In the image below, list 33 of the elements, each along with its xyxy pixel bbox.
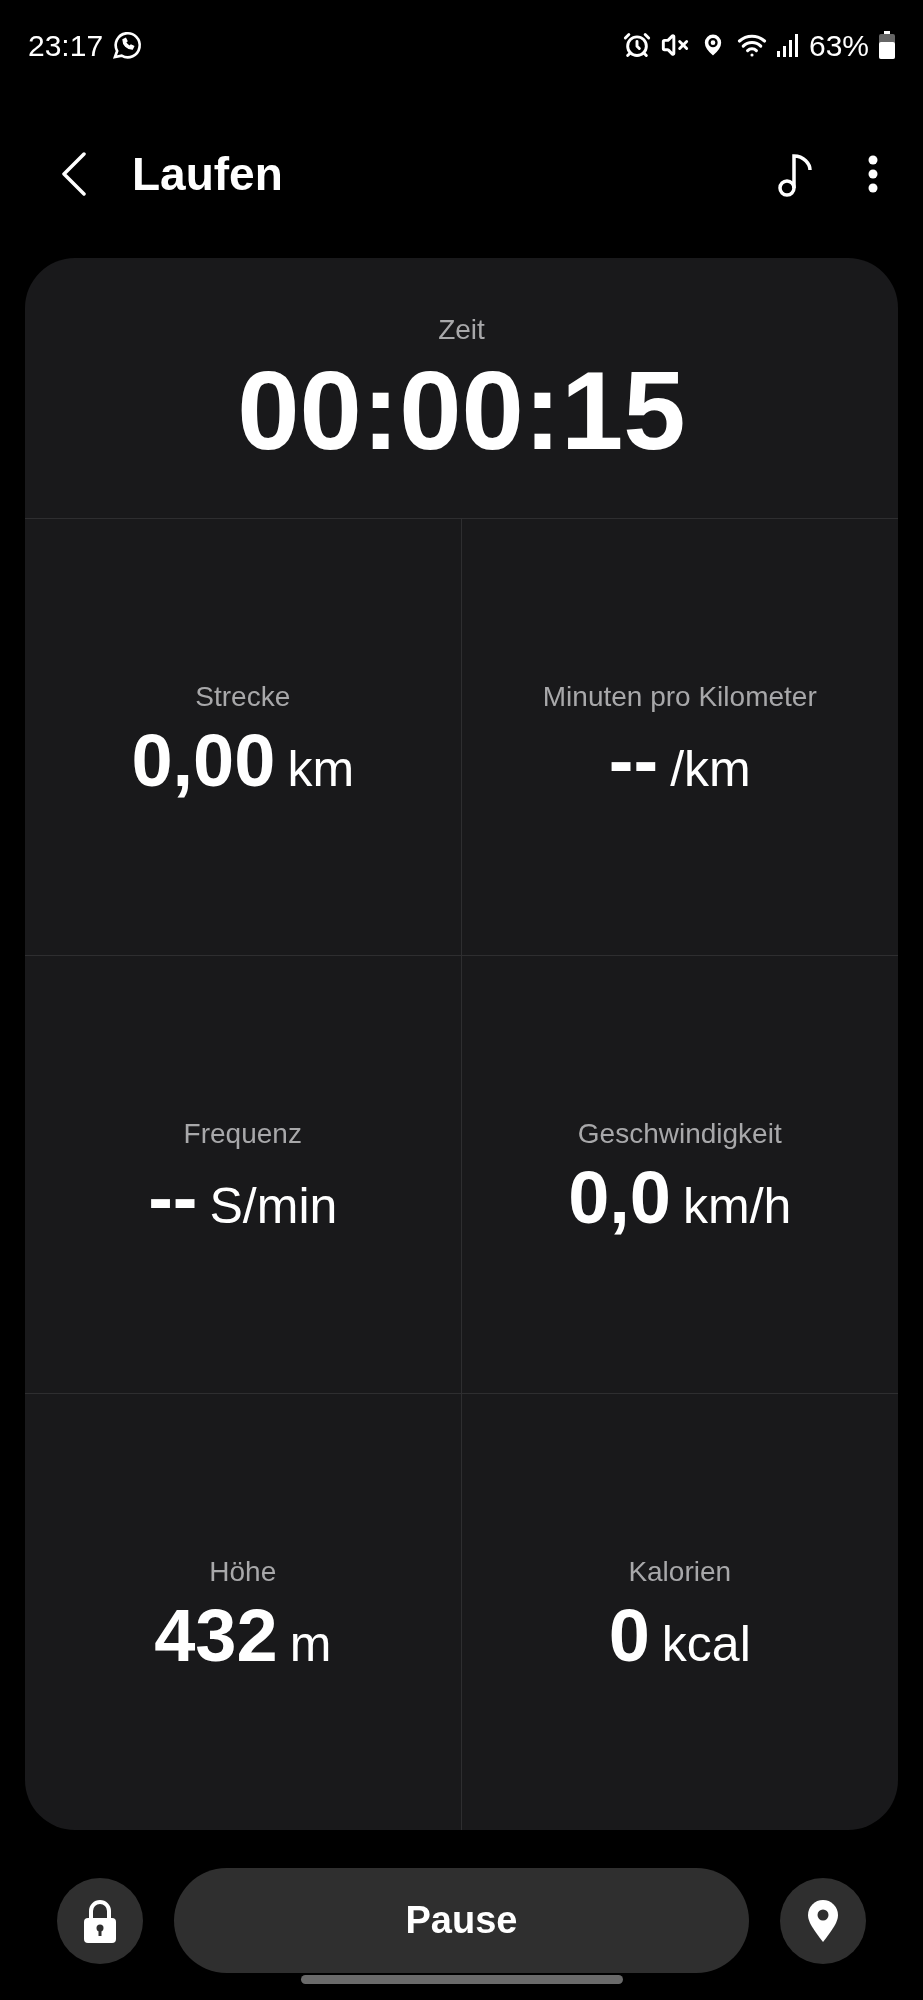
metric-unit: m (289, 1618, 332, 1669)
more-icon (868, 155, 878, 193)
metric-label: Zeit (438, 313, 485, 347)
metric-value: 0 (608, 1598, 650, 1673)
metric-label: Strecke (195, 680, 291, 715)
alarm-icon (622, 31, 651, 59)
metric-unit: kcal (661, 1618, 751, 1669)
metric-value: 0,00 (131, 724, 276, 799)
back-icon (62, 152, 86, 196)
metric-label: Minuten pro Kilometer (542, 680, 817, 715)
metric-unit: S/min (209, 1181, 338, 1232)
pause-button[interactable]: Pause (174, 1868, 749, 1973)
metric-unit: km/h (683, 1181, 792, 1232)
chat-bubble-icon (111, 29, 144, 61)
battery-percent: 63% (808, 27, 869, 64)
metric-value: 432 (154, 1598, 278, 1673)
metric-label: Geschwindigkeit (577, 1117, 782, 1152)
battery-icon (879, 31, 895, 59)
location-pin-icon (807, 1899, 839, 1942)
metric-unit: km (287, 744, 355, 795)
metric-value: -- (608, 724, 659, 799)
lock-icon (83, 1898, 117, 1943)
metric-value: -- (148, 1161, 198, 1236)
metric-label: Frequenz (183, 1117, 302, 1152)
page-title: Laufen (132, 146, 284, 202)
metric-label: Kalorien (628, 1554, 732, 1589)
mute-icon (660, 31, 689, 59)
status-time: 23:17 (28, 27, 104, 64)
signal-icon (776, 33, 799, 57)
metric-unit: /km (670, 744, 751, 795)
metric-label: Höhe (209, 1554, 277, 1589)
metric-value: 0,0 (568, 1161, 671, 1236)
elapsed-time: 00:00:15 (237, 355, 686, 467)
